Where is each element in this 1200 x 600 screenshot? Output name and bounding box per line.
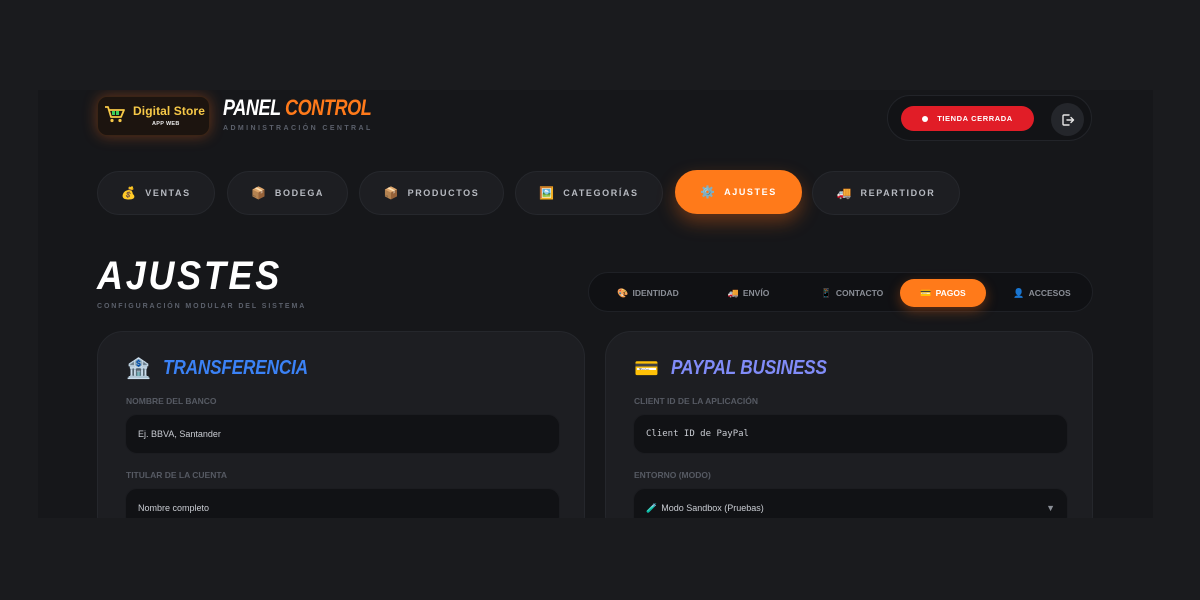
user-icon: 👤 — [1013, 287, 1025, 298]
page-title: AJUSTES — [97, 254, 282, 298]
account-holder-input[interactable]: Nombre completo — [125, 488, 560, 518]
truck-icon: 🚚 — [836, 186, 852, 200]
logo-subtitle: APP WEB — [152, 121, 180, 127]
phone-icon: 📱 — [820, 287, 832, 298]
transfer-card-header: 🏦 TRANSFERENCIA — [126, 356, 331, 380]
store-status-bar: TIENDA CERRADA — [887, 95, 1092, 141]
bank-icon: 🏦 — [126, 356, 151, 380]
truck-icon: 🚚 — [727, 287, 739, 298]
paypal-card-header: 💳 PAYPAL BUSINESS — [634, 356, 852, 380]
box-icon: 📦 — [250, 186, 266, 200]
settings-subtabs: 🎨 IDENTIDAD 🚚 ENVÍO 📱 CONTACTO 💳 PAGOS 👤… — [588, 272, 1093, 312]
nav-productos[interactable]: 📦 PRODUCTOS — [359, 171, 504, 215]
subtab-contacto[interactable]: 📱 CONTACTO — [803, 279, 901, 307]
status-dot-icon — [922, 115, 929, 122]
subtab-identidad[interactable]: 🎨 IDENTIDAD — [603, 279, 693, 307]
client-id-input[interactable]: Client ID de PayPal — [633, 414, 1068, 454]
nav-bodega[interactable]: 📦 BODEGA — [227, 171, 348, 215]
environment-label: ENTORNO (MODO) — [634, 470, 711, 480]
chevron-down-icon: ▼ — [1046, 503, 1055, 513]
store-status-button[interactable]: TIENDA CERRADA — [901, 106, 1034, 131]
palette-icon: 🎨 — [617, 287, 629, 298]
transfer-card: 🏦 TRANSFERENCIA NOMBRE DEL BANCO Ej. BBV… — [97, 331, 585, 518]
logo-title: Digital Store — [133, 104, 205, 118]
store-status-label: TIENDA CERRADA — [937, 114, 1013, 123]
subtab-accesos[interactable]: 👤 ACCESOS — [1002, 279, 1082, 307]
cart-icon — [105, 106, 125, 123]
client-id-label: CLIENT ID DE LA APLICACIÓN — [634, 396, 759, 406]
app-title: PANEL CONTROL — [223, 95, 372, 120]
bank-name-label: NOMBRE DEL BANCO — [126, 396, 217, 406]
app-subtitle: ADMINISTRACIÓN CENTRAL — [223, 125, 373, 132]
subtab-envio[interactable]: 🚚 ENVÍO — [711, 279, 786, 307]
nav-categorias[interactable]: 🖼️ CATEGORÍAS — [515, 171, 663, 215]
test-tube-icon: 🧪 — [646, 502, 658, 513]
nav-repartidor[interactable]: 🚚 REPARTIDOR — [812, 171, 960, 215]
environment-select[interactable]: 🧪 Modo Sandbox (Pruebas) ▼ — [633, 488, 1068, 518]
money-bag-icon: 💰 — [121, 186, 137, 200]
logout-button[interactable] — [1051, 103, 1084, 136]
subtab-pagos[interactable]: 💳 PAGOS — [900, 279, 986, 307]
paypal-card: 💳 PAYPAL BUSINESS CLIENT ID DE LA APLICA… — [605, 331, 1093, 518]
credit-card-icon: 💳 — [634, 356, 659, 380]
gear-icon: ⚙️ — [700, 185, 716, 199]
account-holder-label: TITULAR DE LA CUENTA — [126, 470, 228, 480]
bank-name-input[interactable]: Ej. BBVA, Santander — [125, 414, 560, 454]
nav-ventas[interactable]: 💰 VENTAS — [97, 171, 215, 215]
nav-ajustes[interactable]: ⚙️ AJUSTES — [675, 170, 802, 214]
paypal-title: PAYPAL BUSINESS — [670, 356, 827, 379]
credit-card-icon: 💳 — [920, 287, 932, 298]
app-frame: Digital Store APP WEB PANEL CONTROL ADMI… — [38, 90, 1153, 518]
store-logo[interactable]: Digital Store APP WEB — [97, 96, 210, 136]
picture-icon: 🖼️ — [539, 186, 555, 200]
transfer-title: TRANSFERENCIA — [162, 356, 308, 379]
logout-icon — [1061, 113, 1074, 126]
package-icon: 📦 — [383, 186, 399, 200]
page-subtitle: CONFIGURACIÓN MODULAR DEL SISTEMA — [97, 303, 307, 310]
